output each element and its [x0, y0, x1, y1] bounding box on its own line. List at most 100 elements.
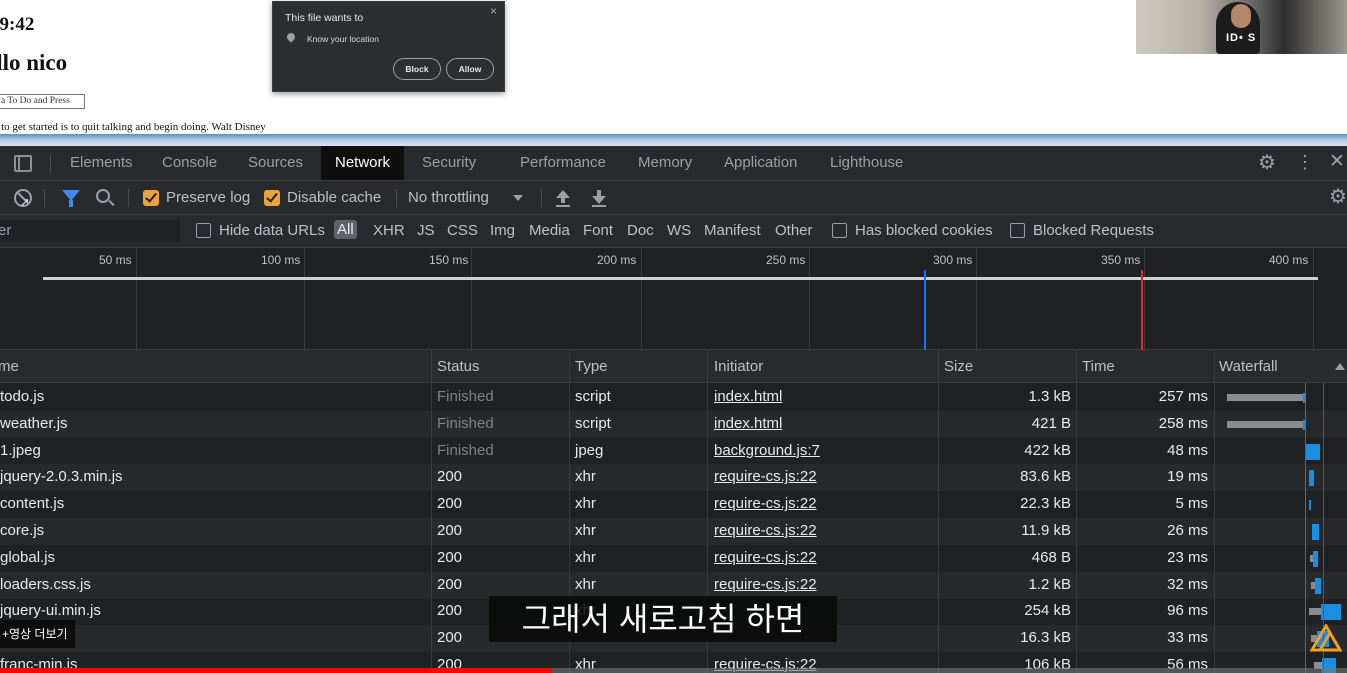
- blocked-requests-label[interactable]: Blocked Requests: [1033, 222, 1154, 239]
- more-options-icon[interactable]: ⋮: [1296, 152, 1314, 172]
- filter-type-xhr[interactable]: XHR: [373, 222, 405, 239]
- request-name[interactable]: content.js: [0, 495, 64, 512]
- webcam-overlay: ID• S: [1136, 0, 1347, 54]
- waterfall-bar: [1321, 604, 1341, 621]
- filter-type-doc[interactable]: Doc: [627, 222, 654, 239]
- filter-type-font[interactable]: Font: [583, 222, 613, 239]
- tab-security[interactable]: Security: [422, 146, 476, 180]
- tab-lighthouse[interactable]: Lighthouse: [830, 146, 903, 180]
- has-blocked-cookies-label[interactable]: Has blocked cookies: [855, 222, 993, 239]
- device-toolbar-icon[interactable]: [14, 155, 32, 172]
- waterfall-bar: [1312, 524, 1319, 540]
- request-initiator[interactable]: require-cs.js:22: [714, 576, 817, 593]
- request-name[interactable]: weather.js: [0, 415, 68, 432]
- request-name[interactable]: jquery-ui.min.js: [0, 602, 101, 619]
- filter-type-js[interactable]: JS: [417, 222, 435, 239]
- header-type[interactable]: Type: [575, 358, 608, 375]
- filter-icon[interactable]: [62, 190, 80, 207]
- throttling-select[interactable]: No throttling: [408, 189, 489, 206]
- column-separator: [1076, 350, 1077, 673]
- tick-label: 150 ms: [429, 253, 469, 267]
- request-initiator[interactable]: require-cs.js:22: [714, 522, 817, 539]
- table-row[interactable]: 1.jpeg Finished jpeg background.js:7 422 kB 4…: [0, 438, 1347, 465]
- more-videos-button[interactable]: +영상 더보기: [0, 620, 75, 648]
- header-waterfall[interactable]: Waterfall: [1219, 358, 1278, 375]
- header-size[interactable]: Size: [944, 358, 973, 375]
- tab-application[interactable]: Application: [724, 146, 797, 180]
- sort-ascending-icon[interactable]: [1335, 363, 1345, 370]
- filter-type-ws[interactable]: WS: [667, 222, 691, 239]
- request-initiator[interactable]: index.html: [714, 388, 782, 405]
- close-icon[interactable]: ×: [490, 4, 497, 18]
- search-icon[interactable]: [96, 189, 110, 203]
- request-initiator[interactable]: require-cs.js:22: [714, 468, 817, 485]
- filter-type-img[interactable]: Img: [490, 222, 515, 239]
- allow-button[interactable]: Allow: [446, 58, 494, 80]
- request-time: 48 ms: [1167, 441, 1208, 459]
- tab-network[interactable]: Network: [321, 146, 405, 180]
- hide-data-urls-label[interactable]: Hide data URLs: [219, 222, 325, 239]
- greeting: ello nico: [0, 50, 68, 75]
- filter-type-all[interactable]: All: [334, 220, 357, 239]
- table-row[interactable]: core.js 200 xhr require-cs.js:22 11.9 kB 26 m…: [0, 518, 1347, 545]
- request-size: 254 kB: [1024, 602, 1071, 620]
- request-initiator[interactable]: index.html: [714, 415, 782, 432]
- table-row[interactable]: content.js 200 xhr require-cs.js:22 22.3 kB 5…: [0, 491, 1347, 518]
- filter-type-media[interactable]: Media: [529, 222, 570, 239]
- table-row[interactable]: global.js 200 xhr require-cs.js:22 468 B 23 m…: [0, 545, 1347, 572]
- waterfall-bar: [1309, 500, 1311, 511]
- tab-sources[interactable]: Sources: [248, 146, 303, 180]
- disable-cache-label[interactable]: Disable cache: [287, 189, 381, 206]
- blocked-requests-checkbox[interactable]: [1010, 223, 1025, 238]
- preserve-log-checkbox[interactable]: [143, 190, 159, 206]
- request-initiator[interactable]: require-cs.js:22: [714, 495, 817, 512]
- filter-type-manifest[interactable]: Manifest: [704, 222, 761, 239]
- header-initiator[interactable]: Initiator: [714, 358, 763, 375]
- table-row[interactable]: weather.js Finished script index.html 421 B 2…: [0, 410, 1347, 438]
- disable-cache-checkbox[interactable]: [264, 190, 280, 206]
- preserve-log-label[interactable]: Preserve log: [166, 189, 250, 206]
- block-button[interactable]: Block: [393, 58, 441, 80]
- table-row[interactable]: todo.js Finished script index.html 1.3 kB 257…: [0, 384, 1347, 411]
- filter-input[interactable]: er: [0, 220, 180, 242]
- import-har-icon[interactable]: [556, 190, 570, 206]
- request-initiator[interactable]: background.js:7: [714, 442, 820, 459]
- todo-input[interactable]: a To Do and Press: [0, 94, 85, 109]
- request-initiator[interactable]: require-cs.js:22: [714, 549, 817, 566]
- request-time: 96 ms: [1167, 602, 1208, 620]
- waterfall-bar: [1315, 577, 1321, 594]
- network-settings-gear-icon[interactable]: ⚙: [1329, 187, 1347, 207]
- filter-type-css[interactable]: CSS: [447, 222, 478, 239]
- table-row[interactable]: jquery-2.0.3.min.js 200 xhr require-cs.js:2…: [0, 464, 1347, 492]
- network-overview-timeline[interactable]: 50 ms 100 ms 150 ms 200 ms 250 ms 300 ms…: [0, 248, 1347, 350]
- waterfall-bar: [1313, 550, 1318, 567]
- dom-content-loaded-marker: [924, 270, 926, 350]
- close-devtools-icon[interactable]: ✕: [1329, 152, 1345, 172]
- video-progress-bar[interactable]: [0, 668, 1347, 673]
- request-name[interactable]: global.js: [0, 549, 55, 566]
- header-time[interactable]: Time: [1082, 358, 1115, 375]
- tab-memory[interactable]: Memory: [638, 146, 692, 180]
- clock: 19:42: [0, 14, 35, 35]
- request-name[interactable]: loaders.css.js: [0, 576, 91, 593]
- filter-type-other[interactable]: Other: [775, 222, 813, 239]
- waterfall-bar: [1309, 470, 1314, 487]
- tab-console[interactable]: Console: [162, 146, 217, 180]
- export-har-icon[interactable]: [592, 190, 606, 206]
- request-size: 1.2 kB: [1028, 575, 1071, 593]
- has-blocked-cookies-checkbox[interactable]: [832, 223, 847, 238]
- tab-elements[interactable]: Elements: [70, 146, 133, 180]
- tab-performance[interactable]: Performance: [520, 146, 606, 180]
- request-name[interactable]: core.js: [0, 522, 44, 539]
- hide-data-urls-checkbox[interactable]: [196, 223, 211, 238]
- header-status[interactable]: Status: [437, 358, 480, 375]
- header-name[interactable]: me: [0, 358, 19, 375]
- request-name[interactable]: todo.js: [0, 388, 44, 405]
- tick-label: 350 ms: [1101, 253, 1141, 267]
- table-row[interactable]: loaders.css.js 200 xhr require-cs.js:22 1.2 …: [0, 571, 1347, 599]
- request-name[interactable]: jquery-2.0.3.min.js: [0, 468, 123, 485]
- chevron-down-icon[interactable]: [513, 195, 523, 201]
- presenter-face: [1231, 4, 1251, 28]
- settings-gear-icon[interactable]: ⚙: [1258, 153, 1276, 173]
- request-name[interactable]: 1.jpeg: [0, 442, 41, 459]
